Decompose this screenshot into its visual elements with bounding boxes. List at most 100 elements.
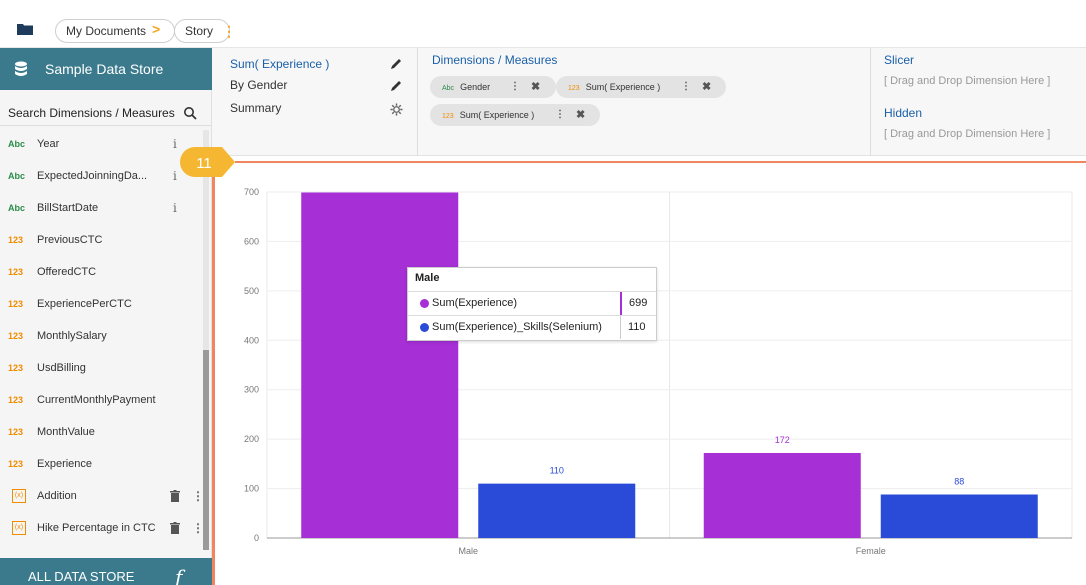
- selection-border-left: [212, 161, 215, 585]
- tooltip-title: Male: [415, 272, 440, 284]
- data-store-header[interactable]: Sample Data Store: [0, 48, 212, 90]
- chart-area: 0 100 200 300 400 500 600 700 110 Male 172 88 Female: [212, 156, 1086, 585]
- measure-pill-experience-2[interactable]: 123 Sum( Experience ) ⋮ ✖: [430, 104, 600, 126]
- more-options-icon[interactable]: ⋮: [222, 21, 236, 41]
- all-data-store-button[interactable]: ALL DATA STORE f: [0, 558, 212, 585]
- pill-menu-icon[interactable]: ⋮: [555, 104, 565, 126]
- pencil-icon[interactable]: [390, 58, 402, 70]
- dimension-pill-gender[interactable]: Abc Gender ⋮ ✖: [430, 76, 556, 98]
- field-name: PreviousCTC: [37, 234, 103, 246]
- step-badge: 11: [180, 147, 235, 177]
- field-type: 123: [8, 427, 24, 437]
- measure-property[interactable]: Sum( Experience ): [230, 57, 329, 71]
- field-item[interactable]: 123 Experience: [0, 448, 200, 480]
- field-item[interactable]: 123 PreviousCTC: [0, 224, 200, 256]
- pencil-icon[interactable]: [390, 80, 402, 92]
- field-name: MonthlySalary: [37, 330, 107, 342]
- bar-chart[interactable]: 0 100 200 300 400 500 600 700 110 Male 172 88 Female: [212, 156, 1086, 585]
- gear-icon[interactable]: [390, 103, 403, 116]
- info-icon[interactable]: i: [173, 128, 177, 160]
- bar: [880, 494, 1038, 538]
- field-name: OfferedCTC: [37, 266, 97, 278]
- field-name: MonthValue: [37, 426, 95, 438]
- field-item[interactable]: Abc BillStartDate i: [0, 192, 200, 224]
- hidden-drop-zone[interactable]: [ Drag and Drop Dimension Here ]: [884, 128, 1050, 140]
- bar: [301, 192, 459, 538]
- field-type: 123: [8, 267, 24, 277]
- field-item[interactable]: Abc ExpectedJoinningDa... i: [0, 160, 200, 192]
- pill-label: Sum( Experience ): [585, 82, 661, 92]
- field-item[interactable]: 123 ExperiencePerCTC: [0, 288, 200, 320]
- field-item[interactable]: 123 OfferedCTC: [0, 256, 200, 288]
- info-icon[interactable]: i: [173, 192, 177, 224]
- y-tick-label: 400: [244, 335, 259, 345]
- folder-icon[interactable]: [17, 23, 33, 35]
- scrollbar-thumb[interactable]: [203, 350, 209, 550]
- summary-property[interactable]: Summary: [230, 101, 281, 115]
- field-item[interactable]: 123 MonthValue: [0, 416, 200, 448]
- pill-menu-icon[interactable]: ⋮: [681, 76, 691, 98]
- pill-menu-icon[interactable]: ⋮: [510, 76, 520, 98]
- trash-icon[interactable]: [170, 490, 180, 502]
- hidden-title: Hidden: [884, 106, 923, 120]
- remove-icon[interactable]: ✖: [531, 76, 540, 98]
- field-name: ExperiencePerCTC: [37, 298, 132, 310]
- field-name: UsdBilling: [37, 362, 86, 374]
- x-tick-label: Female: [856, 546, 886, 556]
- y-tick-label: 200: [244, 434, 259, 444]
- panel-divider: [417, 48, 418, 156]
- field-item[interactable]: (x) Addition ⋮: [0, 480, 204, 512]
- field-name: BillStartDate: [37, 202, 99, 214]
- tooltip-row: Sum(Experience)_Skills(Selenium) 110: [408, 315, 656, 339]
- field-item[interactable]: 123 UsdBilling: [0, 352, 200, 384]
- dimensions-measures-title: Dimensions / Measures: [432, 53, 558, 67]
- remove-icon[interactable]: ✖: [576, 104, 585, 126]
- data-store-sidebar: Sample Data Store Search Dimensions / Me…: [0, 48, 212, 585]
- calculated-field-icon: (x): [12, 521, 26, 535]
- pill-label: Gender: [460, 82, 491, 92]
- slicer-title: Slicer: [884, 53, 915, 67]
- info-icon[interactable]: i: [173, 160, 177, 192]
- field-type: 123: [8, 459, 24, 469]
- x-tick-label: Male: [458, 546, 478, 556]
- fx-icon[interactable]: f: [175, 558, 182, 585]
- database-icon: [15, 61, 27, 76]
- y-tick-label: 100: [244, 484, 259, 494]
- breadcrumb-label: Story: [185, 24, 214, 38]
- field-item[interactable]: Abc Year i: [0, 128, 200, 160]
- chevron-right-icon: >: [152, 21, 161, 37]
- field-item[interactable]: (x) Hike Percentage in CTC ⋮: [0, 512, 204, 544]
- remove-icon[interactable]: ✖: [702, 76, 711, 98]
- field-type: Abc: [8, 171, 26, 181]
- field-item[interactable]: 123 CurrentMonthlyPayment: [0, 384, 200, 416]
- field-type: 123: [8, 363, 24, 373]
- field-name: CurrentMonthlyPayment: [37, 394, 156, 406]
- tooltip-row-value: 110: [620, 316, 656, 339]
- chart-config-panel: Sum( Experience ) By Gender Summary Dime…: [212, 48, 1086, 156]
- search-icon[interactable]: [183, 106, 197, 120]
- search-dimensions[interactable]: Search Dimensions / Measures: [0, 100, 212, 126]
- pill-label: Sum( Experience ): [459, 110, 535, 120]
- field-type: 123: [8, 299, 24, 309]
- sidebar-scrollbar[interactable]: [203, 130, 209, 550]
- measure-pill-experience[interactable]: 123 Sum( Experience ) ⋮ ✖: [556, 76, 726, 98]
- field-type: 123: [8, 331, 24, 341]
- dimension-property[interactable]: By Gender: [230, 78, 287, 92]
- app-root: My Documents > Story ⋮ Sample Data Store…: [0, 0, 1086, 585]
- field-type: Abc: [8, 139, 26, 149]
- breadcrumb-label: My Documents: [66, 24, 147, 38]
- trash-icon[interactable]: [170, 522, 180, 534]
- selection-border-top: [235, 161, 1086, 163]
- tooltip-row: Sum(Experience) 699: [408, 291, 656, 315]
- data-label: 88: [954, 477, 964, 487]
- step-badge-number: 11: [196, 155, 212, 172]
- field-item[interactable]: 123 MonthlySalary: [0, 320, 200, 352]
- field-name: ExpectedJoinningDa...: [37, 170, 148, 182]
- tooltip-row-label: Sum(Experience): [432, 297, 517, 309]
- data-label: 172: [775, 435, 790, 445]
- field-list: Abc Year i Abc ExpectedJoinningDa... i Abc Bill…: [0, 128, 204, 544]
- slicer-drop-zone[interactable]: [ Drag and Drop Dimension Here ]: [884, 75, 1050, 87]
- bar: [703, 452, 861, 538]
- field-type: 123: [8, 395, 24, 405]
- y-tick-label: 0: [254, 533, 259, 543]
